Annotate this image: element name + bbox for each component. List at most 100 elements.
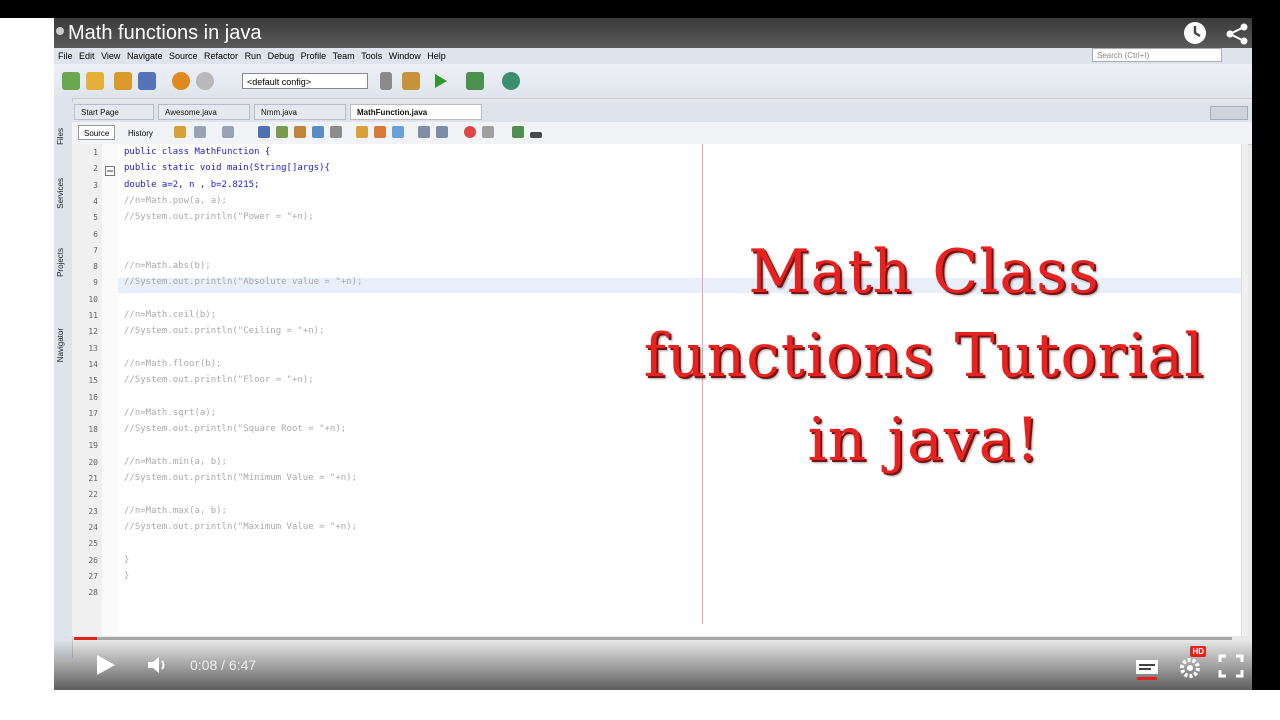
toggle-select-icon[interactable] bbox=[330, 126, 342, 138]
navigator-panel-tab[interactable]: Navigator bbox=[56, 328, 65, 362]
line-number: 19 bbox=[88, 441, 98, 451]
config-select[interactable]: <default config> bbox=[242, 73, 368, 89]
code-line[interactable]: public class MathFunction { bbox=[124, 147, 270, 157]
shift-right-icon[interactable] bbox=[436, 126, 448, 138]
save-all-icon[interactable] bbox=[138, 72, 156, 90]
menu-item-help[interactable]: Help bbox=[427, 48, 446, 64]
code-line[interactable]: //n=Math.min(a, b); bbox=[124, 457, 227, 467]
menu-item-window[interactable]: Window bbox=[389, 48, 421, 64]
menu-item-source[interactable]: Source bbox=[169, 48, 198, 64]
bookmark-previous-icon[interactable] bbox=[356, 126, 368, 138]
run-icon[interactable] bbox=[432, 72, 450, 90]
code-line[interactable]: //System.out.println("Power = "+n); bbox=[124, 212, 314, 222]
subtitles-icon[interactable] bbox=[1134, 654, 1160, 680]
line-number: 20 bbox=[88, 457, 98, 467]
code-line[interactable]: } bbox=[124, 571, 129, 581]
clean-build-icon[interactable] bbox=[402, 72, 420, 90]
menu-item-profile[interactable]: Profile bbox=[301, 48, 327, 64]
line-number: 15 bbox=[88, 376, 98, 386]
code-line[interactable]: //n=Math.ceil(b); bbox=[124, 310, 216, 320]
menu-item-edit[interactable]: Edit bbox=[79, 48, 95, 64]
line-number: 16 bbox=[88, 392, 98, 402]
line-number: 22 bbox=[88, 490, 98, 500]
code-line[interactable]: //n=Math.floor(b); bbox=[124, 359, 222, 369]
overlay-line-3: in java! bbox=[807, 405, 1041, 475]
find-previous-icon[interactable] bbox=[276, 126, 288, 138]
code-line[interactable]: //n=Math.abs(b); bbox=[124, 261, 211, 271]
undo-icon[interactable] bbox=[172, 72, 190, 90]
services-panel-tab[interactable]: Services bbox=[56, 178, 65, 209]
profile-icon[interactable] bbox=[502, 72, 520, 90]
code-line[interactable]: //System.out.println("Ceiling = "+n); bbox=[124, 326, 324, 336]
fold-column bbox=[102, 144, 118, 636]
video-player[interactable]: Math functions in java File Edit View Na… bbox=[54, 18, 1252, 690]
video-title-bar: Math functions in java bbox=[54, 18, 1252, 48]
ide-search-input[interactable]: Search (Ctrl+I) bbox=[1092, 48, 1222, 62]
watch-later-icon[interactable] bbox=[1182, 20, 1208, 46]
stop-macro-icon[interactable] bbox=[482, 126, 494, 138]
menu-item-team[interactable]: Team bbox=[333, 48, 355, 64]
files-panel-tab[interactable]: Files bbox=[56, 128, 65, 145]
find-next-icon[interactable] bbox=[294, 126, 306, 138]
bookmark-next-icon[interactable] bbox=[374, 126, 386, 138]
menu-item-navigate[interactable]: Navigate bbox=[127, 48, 163, 64]
new-project-icon[interactable] bbox=[62, 72, 80, 90]
toggle-highlight-icon[interactable] bbox=[312, 126, 324, 138]
code-line[interactable]: //System.out.println("Floor = "+n); bbox=[124, 375, 314, 385]
menu-item-debug[interactable]: Debug bbox=[268, 48, 295, 64]
code-line[interactable]: //System.out.println("Square Root = "+n)… bbox=[124, 424, 346, 434]
current-time: 0:08 bbox=[190, 657, 218, 673]
fullscreen-icon[interactable] bbox=[1218, 654, 1244, 678]
code-line[interactable]: //System.out.println("Maximum Value = "+… bbox=[124, 522, 357, 532]
bookmark-toggle-icon[interactable] bbox=[392, 126, 404, 138]
menu-item-view[interactable]: View bbox=[101, 48, 120, 64]
overlay-line-1: Math Class bbox=[748, 237, 1100, 307]
code-line[interactable]: } bbox=[124, 555, 129, 565]
line-number: 2 bbox=[93, 164, 98, 174]
back-icon[interactable] bbox=[194, 126, 206, 138]
debug-icon[interactable] bbox=[466, 72, 484, 90]
tab-start-page[interactable]: Start Page bbox=[74, 104, 154, 120]
comment-icon[interactable] bbox=[512, 126, 524, 138]
volume-icon[interactable] bbox=[146, 654, 170, 676]
line-number: 1 bbox=[93, 148, 98, 157]
editor-scrollbar[interactable] bbox=[1241, 144, 1248, 636]
code-line[interactable]: //System.out.println("Absolute value = "… bbox=[124, 277, 362, 287]
line-number: 12 bbox=[88, 327, 98, 337]
menu-item-file[interactable]: File bbox=[58, 48, 73, 64]
menu-item-run[interactable]: Run bbox=[245, 48, 262, 64]
code-line[interactable]: public static void main(String[]args){ bbox=[124, 163, 330, 173]
player-controls: 0:08 / 6:47 HD bbox=[54, 640, 1252, 690]
uncomment-icon[interactable] bbox=[530, 132, 542, 138]
new-file-icon[interactable] bbox=[86, 72, 104, 90]
projects-panel-tab[interactable]: Projects bbox=[56, 248, 65, 277]
tab-awesome-java[interactable]: Awesome.java bbox=[158, 104, 250, 120]
video-title[interactable]: Math functions in java bbox=[68, 21, 261, 45]
last-edit-icon[interactable] bbox=[174, 126, 186, 138]
start-macro-icon[interactable] bbox=[464, 126, 476, 138]
menu-item-refactor[interactable]: Refactor bbox=[204, 48, 238, 64]
code-line[interactable]: //System.out.println("Minimum Value = "+… bbox=[124, 473, 357, 483]
forward-icon[interactable] bbox=[222, 126, 234, 138]
tab-scroll-controls[interactable] bbox=[1210, 106, 1248, 120]
code-line[interactable]: //n=Math.sqrt(a); bbox=[124, 408, 216, 418]
editor-tab-bar: Start Page Awesome.java Nmm.java MathFun… bbox=[72, 102, 1252, 122]
fold-toggle-icon[interactable] bbox=[105, 166, 115, 176]
share-icon[interactable] bbox=[1224, 21, 1250, 47]
menu-item-tools[interactable]: Tools bbox=[361, 48, 382, 64]
redo-icon[interactable] bbox=[196, 72, 214, 90]
tab-nmm-java[interactable]: Nmm.java bbox=[254, 104, 346, 120]
source-view-button[interactable]: Source bbox=[78, 125, 116, 140]
build-icon[interactable] bbox=[380, 72, 392, 90]
history-view-button[interactable]: History bbox=[122, 125, 159, 140]
open-project-icon[interactable] bbox=[114, 72, 132, 90]
play-icon[interactable] bbox=[92, 652, 118, 678]
line-number: 17 bbox=[88, 408, 98, 418]
code-line[interactable]: double a=2, n , b=2.8215; bbox=[124, 180, 259, 190]
code-line[interactable]: //n=Math.max(a, b); bbox=[124, 506, 227, 516]
shift-left-icon[interactable] bbox=[418, 126, 430, 138]
line-number: 27 bbox=[88, 571, 98, 581]
code-line[interactable]: //n=Math.pow(a, a); bbox=[124, 196, 227, 206]
find-icon[interactable] bbox=[258, 126, 270, 138]
tab-mathfunction-java[interactable]: MathFunction.java bbox=[350, 104, 482, 120]
